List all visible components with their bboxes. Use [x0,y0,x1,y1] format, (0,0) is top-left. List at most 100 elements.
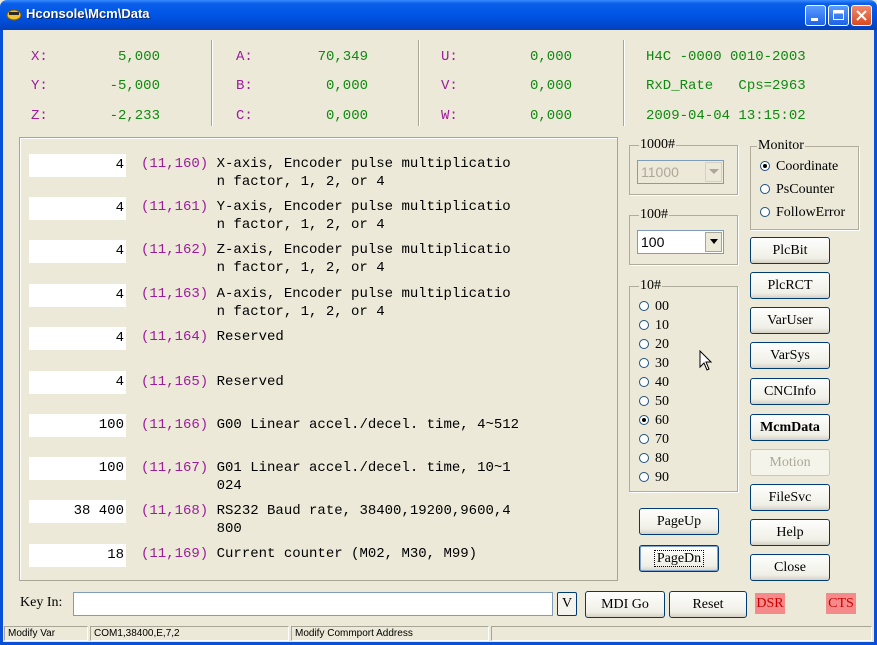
maximize-icon [833,10,844,20]
close-button[interactable]: Close [750,554,830,581]
param-value-field[interactable]: 4 [29,327,126,350]
history-dropdown-button[interactable]: V [557,592,577,616]
separator [211,40,213,126]
radio-label: Coordinate [776,159,839,174]
axis-value-c: 0,000 [325,108,368,124]
radio-button-selected-icon [760,161,770,171]
plcbit-button[interactable]: PlcBit [750,237,830,264]
param-text: Current counter (M02, M30, M99) [208,546,478,562]
mdi-go-button[interactable]: MDI Go [585,591,665,618]
radio-button-icon [760,207,770,217]
group-1000-label: 1000# [639,137,676,153]
radio-10-10[interactable]: 10 [639,317,669,335]
axis-value-z: -2,233 [109,108,160,124]
select-1000-value: 11000 [641,164,679,180]
param-description: (11,163) A-axis, Encoder pulse multiplic… [141,285,511,321]
radio-10-50[interactable]: 50 [639,393,669,411]
dsr-indicator: DSR [755,593,785,614]
param-value-field[interactable]: 4 [29,371,126,394]
varuser-button[interactable]: VarUser [750,307,830,334]
radio-10-00[interactable]: 00 [639,298,669,316]
separator [623,40,625,126]
param-code: (11,169) [141,546,209,562]
title-bar[interactable]: Hconsole\Mcm\Data [0,0,877,30]
keyin-input[interactable] [73,592,553,616]
pagedn-button[interactable]: PageDn [639,545,719,572]
motion-button[interactable]: Motion [750,449,830,476]
param-value-field[interactable]: 100 [29,414,126,437]
radio-button-icon [639,377,649,387]
status-pane-mode: Modify Var [4,626,88,641]
window-title: Hconsole\Mcm\Data [26,6,150,21]
param-text: Reserved [208,374,284,390]
param-description: (11,162) Z-axis, Encoder pulse multiplic… [141,241,511,277]
param-value-field[interactable]: 38 400 [29,500,126,523]
axis-label-v: V: [441,78,458,94]
radio-label: 70 [655,432,669,447]
param-value-field[interactable]: 100 [29,457,126,480]
varsys-button[interactable]: VarSys [750,342,830,369]
keyin-label: Key In: [20,595,63,610]
param-description: (11,166) G00 Linear accel./decel. time, … [141,416,519,434]
param-description: (11,161) Y-axis, Encoder pulse multiplic… [141,198,511,234]
axis-label-a: A: [236,49,253,65]
help-button[interactable]: Help [750,519,830,546]
mcmdata-button[interactable]: McmData [750,414,830,441]
axis-label-w: W: [441,108,458,124]
reset-button[interactable]: Reset [669,591,747,618]
param-code: (11,164) [141,329,209,345]
radio-10-90[interactable]: 90 [639,469,669,487]
param-code: (11,165) [141,374,209,390]
close-window-button[interactable] [851,5,872,26]
radio-10-60[interactable]: 60 [639,412,669,430]
param-description: (11,165) Reserved [141,373,284,391]
param-value-field[interactable]: 18 [29,544,126,567]
axis-label-x: X: [31,49,48,65]
axis-label-b: B: [236,78,253,94]
radio-label: 50 [655,394,669,409]
pageup-button[interactable]: PageUp [639,508,719,535]
pagedn-label: PageDn [653,550,705,567]
select-1000-dropdown[interactable] [705,162,722,182]
radio-button-icon [639,301,649,311]
radio-10-70[interactable]: 70 [639,431,669,449]
filesvc-button[interactable]: FileSvc [750,484,830,511]
axis-label-y: Y: [31,78,48,94]
radio-10-20[interactable]: 20 [639,336,669,354]
param-value-field[interactable]: 4 [29,240,126,263]
param-code: (11,166) [141,417,209,433]
radio-button-icon [639,339,649,349]
radio-label: FollowError [776,205,846,220]
param-code: (11,167) [141,460,209,476]
param-description: (11,167) G01 Linear accel./decel. time, … [141,459,511,495]
radio-10-80[interactable]: 80 [639,450,669,468]
radio-label: 90 [655,470,669,485]
select-100-dropdown[interactable] [705,232,722,252]
param-value-field[interactable]: 4 [29,154,126,177]
axis-value-b: 0,000 [325,78,368,94]
select-1000[interactable]: 11000 [637,160,724,184]
app-icon [6,9,22,21]
axis-value-v: 0,000 [529,78,572,94]
radio-monitor-coordinate[interactable]: Coordinate [760,158,838,176]
param-value-field[interactable]: 4 [29,284,126,307]
radio-button-icon [639,320,649,330]
axis-value-a: 70,349 [317,49,368,65]
radio-10-30[interactable]: 30 [639,355,669,373]
axis-value-x: 5,000 [117,49,160,65]
radio-button-icon [639,396,649,406]
radio-label: 00 [655,299,669,314]
select-100[interactable]: 100 [637,230,724,254]
cncinfo-button[interactable]: CNCInfo [750,378,830,405]
status-pane-hint: Modify Commport Address [291,626,489,641]
maximize-button[interactable] [828,5,849,26]
cts-indicator: CTS [826,593,856,614]
radio-monitor-pscounter[interactable]: PsCounter [760,181,834,199]
param-value-field[interactable]: 4 [29,197,126,220]
plcrct-button[interactable]: PlcRCT [750,272,830,299]
minimize-button[interactable] [805,5,826,26]
radio-monitor-followerror[interactable]: FollowError [760,204,845,222]
radio-button-icon [639,453,649,463]
radio-10-40[interactable]: 40 [639,374,669,392]
axis-label-z: Z: [31,108,48,124]
